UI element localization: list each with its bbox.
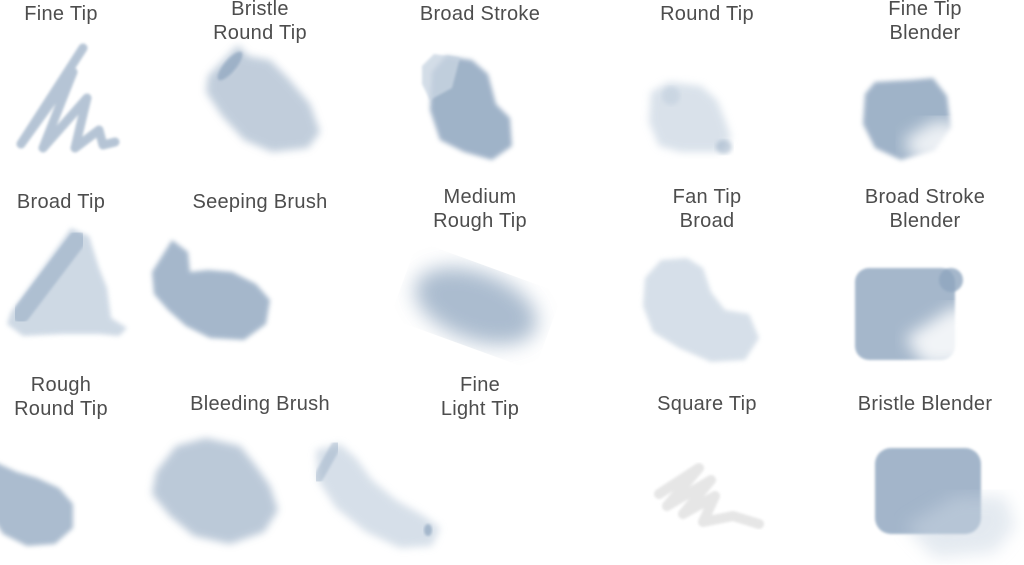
brush-swatch-round-tip: Round Tip [607,0,807,188]
brush-swatch-bristle-blender: Bristle Blender [825,376,1024,564]
paint-blob [0,464,73,546]
brush-stroke-sample [414,267,538,345]
paint-stroke [16,43,120,153]
brush-swatch-fan-tip-broad: Fan Tip Broad [607,186,807,376]
brush-stroke-sample [643,258,759,362]
brush-swatch-fine-light-tip: Fine Light Tip [313,374,580,564]
paint-blob [414,267,538,345]
brush-swatch-broad-tip: Broad Tip [0,188,161,376]
brush-swatch-seeping-brush: Seeping Brush [152,188,360,376]
brush-stroke-sample [7,228,127,336]
brush-swatch-rough-round-tip: Rough Round Tip [0,374,161,564]
brush-stroke-sample [649,82,732,154]
brush-swatch-broad-stroke-blender: Broad Stroke Blender [825,186,1024,376]
paint-blob [643,258,759,362]
paint-stroke [654,463,764,529]
brush-stroke-sample [206,45,320,152]
paint-blob [939,268,963,292]
brush-stroke-sample [654,463,764,529]
paint-blob [206,45,320,152]
paint-blob [716,140,732,154]
brush-stroke-sample [422,54,512,160]
paint-blob [152,240,270,340]
brush-stroke-sample [875,448,1015,558]
brush-stroke-sample [16,43,120,153]
paint-blob [424,524,432,536]
brush-swatch-bristle-round-tip: Bristle Round Tip [160,0,360,188]
brush-swatch-fine-tip: Fine Tip [0,0,161,188]
brush-stroke-sample [0,464,73,546]
paint-blob [662,87,680,105]
brush-swatch-medium-rough-tip: Medium Rough Tip [380,186,580,376]
brush-stroke-sample [152,240,270,340]
brush-swatch-square-tip: Square Tip [607,376,807,564]
paint-blob [152,438,278,544]
brush-swatch-broad-stroke: Broad Stroke [380,0,580,188]
brush-stroke-sample [863,78,975,162]
brush-swatch-fine-tip-blender: Fine Tip Blender [825,0,1024,188]
brush-stroke-sample [313,441,440,548]
paint-blob [649,82,731,152]
brush-stroke-sample [855,268,1005,366]
